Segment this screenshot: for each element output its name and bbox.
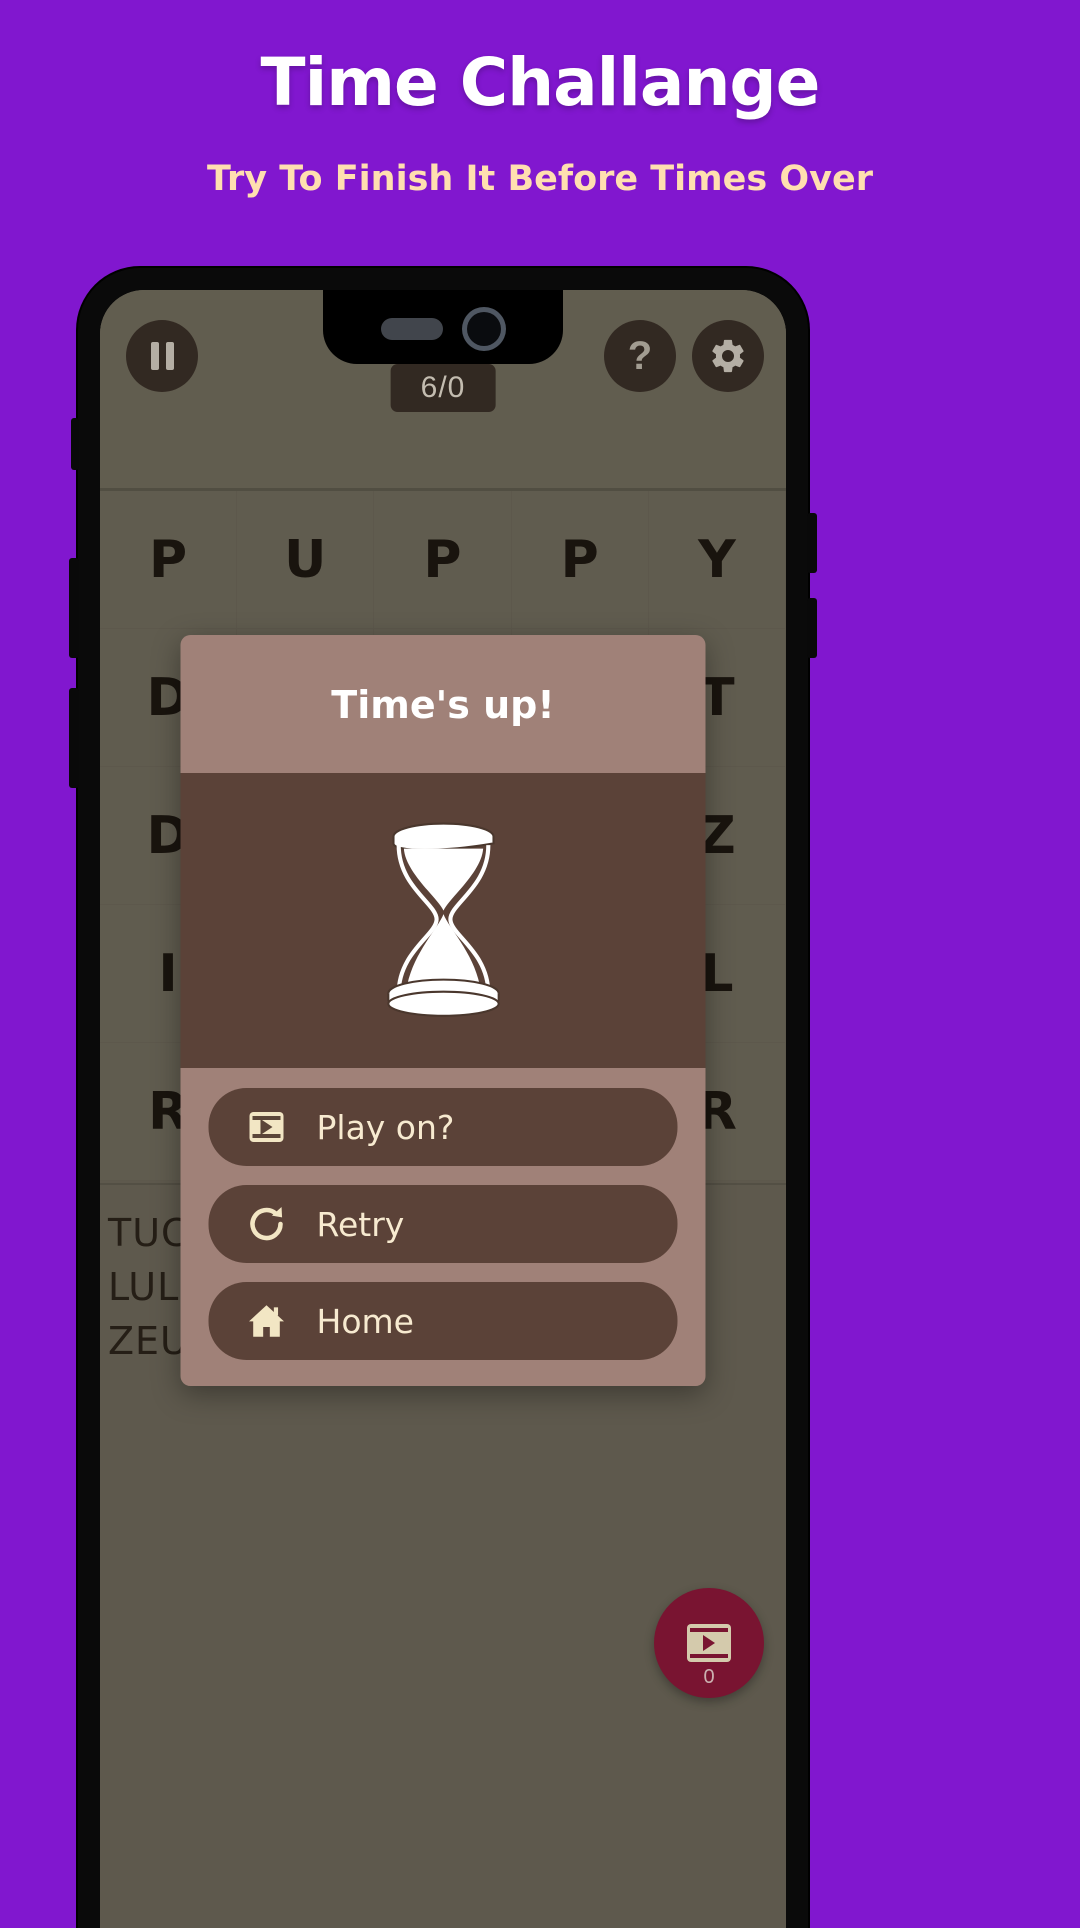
phone-side-button [807, 598, 817, 658]
play-on-button[interactable]: Play on? [208, 1088, 678, 1166]
phone-volume-down [69, 688, 79, 788]
dialog-title: Time's up! [180, 635, 706, 773]
hourglass-icon [386, 822, 500, 1017]
retry-button[interactable]: Retry [208, 1185, 678, 1263]
dialog-actions: Play on? Retry Home [180, 1068, 706, 1386]
times-up-dialog: Time's up! Play on? Retry Home [180, 635, 706, 1386]
refresh-icon [243, 1203, 291, 1245]
phone-power-button [807, 513, 817, 573]
home-button[interactable]: Home [208, 1282, 678, 1360]
page-title: Time Challange [260, 44, 821, 121]
phone-screen: ? 6/0 P U P P Y D T D Z I L R R TUCK LUL… [100, 290, 786, 1928]
phone-mockup: ? 6/0 P U P P Y D T D Z I L R R TUCK LUL… [69, 268, 817, 1928]
promo-subtitle: Try To Finish It Before Times Over [207, 159, 873, 199]
dialog-illustration [180, 773, 706, 1068]
promo-banner: Time Challange Try To Finish It Before T… [0, 0, 1080, 265]
play-on-label: Play on? [316, 1107, 455, 1147]
home-icon [243, 1300, 291, 1342]
video-ad-icon [243, 1112, 291, 1142]
retry-label: Retry [316, 1204, 405, 1244]
home-label: Home [316, 1301, 414, 1341]
phone-volume-up [69, 558, 79, 658]
phone-mute-switch [71, 418, 79, 470]
